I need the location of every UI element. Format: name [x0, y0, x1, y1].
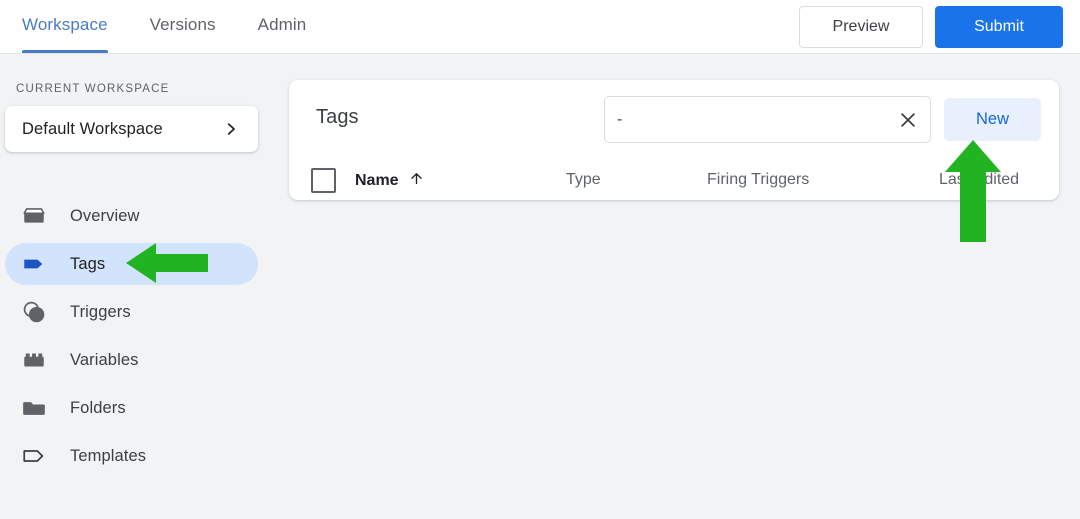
sidebar-item-overview-label: Overview: [70, 206, 140, 225]
column-header-type[interactable]: Type: [566, 171, 601, 189]
sidebar-item-folders-label: Folders: [70, 398, 126, 417]
search-field-wrapper: [604, 96, 931, 143]
new-tag-button-label: New: [975, 110, 1009, 128]
tab-admin-label: Admin: [257, 15, 307, 34]
gtm-workspace-screen: Workspace Versions Admin Preview Submit …: [0, 0, 1080, 519]
chevron-right-icon: [222, 120, 240, 138]
column-header-firing-triggers[interactable]: Firing Triggers: [707, 171, 809, 189]
sidebar: CURRENT WORKSPACE Default Workspace Over…: [0, 54, 270, 519]
primary-tabs: Workspace Versions Admin: [22, 0, 348, 54]
triggers-venn-icon: [21, 299, 49, 325]
page-title: Tags: [316, 106, 359, 128]
sidebar-item-variables[interactable]: Variables: [0, 336, 270, 384]
tab-workspace[interactable]: Workspace: [22, 0, 124, 54]
sidebar-item-triggers[interactable]: Triggers: [0, 288, 270, 336]
arrow-up-icon: [408, 170, 425, 192]
topbar-actions: Preview Submit: [799, 6, 1063, 48]
tag-outline-icon: [21, 443, 49, 469]
preview-button[interactable]: Preview: [799, 6, 923, 48]
tab-versions[interactable]: Versions: [150, 0, 232, 54]
search-input[interactable]: [605, 97, 885, 142]
sidebar-nav: Overview Tags Triggers Variables Folders…: [0, 192, 270, 480]
sidebar-item-triggers-label: Triggers: [70, 302, 131, 321]
variables-block-icon: [21, 347, 49, 373]
column-header-name[interactable]: Name: [355, 170, 425, 192]
tags-table-header: Name Type Firing Triggers Last Edited: [289, 162, 1059, 200]
workspace-selector[interactable]: Default Workspace: [5, 106, 258, 152]
new-tag-button[interactable]: New: [944, 98, 1041, 141]
folder-icon: [21, 395, 49, 421]
column-header-last-edited-label: Last Edited: [939, 171, 1020, 188]
submit-button[interactable]: Submit: [935, 6, 1063, 48]
sidebar-item-templates[interactable]: Templates: [0, 432, 270, 480]
top-navigation-bar: Workspace Versions Admin Preview Submit: [0, 0, 1080, 54]
column-header-firing-triggers-label: Firing Triggers: [707, 171, 810, 188]
sidebar-item-templates-label: Templates: [70, 446, 147, 465]
tab-admin[interactable]: Admin: [258, 0, 323, 54]
column-header-last-edited[interactable]: Last Edited: [939, 171, 1019, 189]
submit-button-label: Submit: [974, 18, 1024, 35]
sidebar-item-variables-label: Variables: [70, 350, 139, 369]
overview-box-icon: [21, 203, 49, 229]
tag-filled-icon: [21, 251, 49, 277]
tab-workspace-label: Workspace: [22, 15, 108, 34]
workspace-name: Default Workspace: [22, 119, 163, 138]
column-header-name-label: Name: [355, 172, 399, 189]
close-x-icon[interactable]: [896, 108, 920, 132]
current-workspace-label: CURRENT WORKSPACE: [16, 83, 170, 95]
sidebar-item-overview[interactable]: Overview: [0, 192, 270, 240]
tags-panel: Tags New Name Typ: [289, 80, 1059, 200]
column-header-type-label: Type: [566, 171, 601, 188]
sidebar-item-tags[interactable]: Tags: [0, 240, 270, 288]
select-all-checkbox[interactable]: [311, 168, 336, 193]
preview-button-label: Preview: [832, 18, 890, 35]
tab-versions-label: Versions: [149, 15, 216, 34]
sidebar-item-folders[interactable]: Folders: [0, 384, 270, 432]
sidebar-item-tags-label: Tags: [70, 254, 106, 273]
